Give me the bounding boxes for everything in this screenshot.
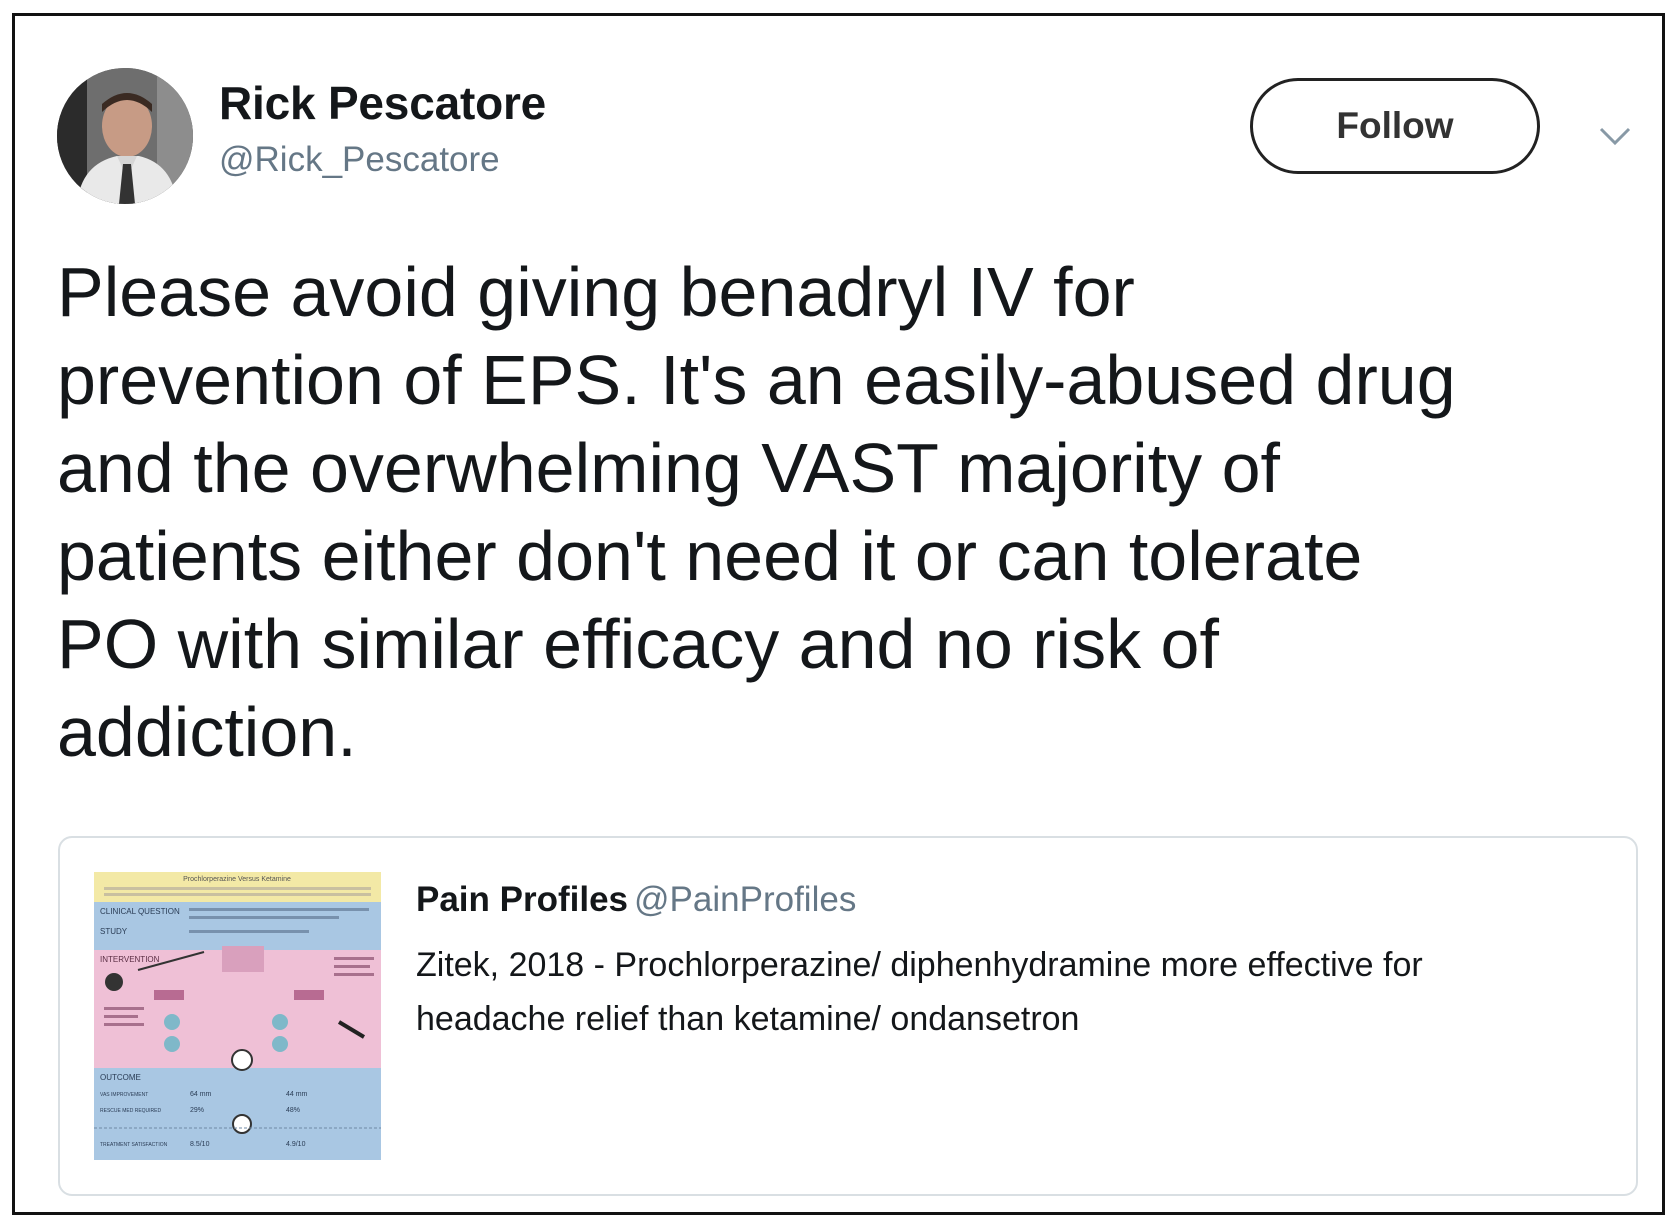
outcome-value: 48%	[286, 1107, 300, 1114]
section-label: OUTCOME	[100, 1073, 141, 1082]
quoted-tweet-text: Zitek, 2018 - Prochlorperazine/ diphenhy…	[416, 938, 1616, 1046]
tweet-embed: Rick Pescatore @Rick_Pescatore Follow Pl…	[12, 13, 1665, 1215]
outcome-value: 4.9/10	[286, 1141, 306, 1148]
avatar[interactable]	[57, 68, 193, 204]
outcome-row: VAS IMPROVEMENT	[100, 1092, 148, 1098]
author-handle[interactable]: @Rick_Pescatore	[219, 140, 500, 180]
tweet-line: and the overwhelming VAST majority of	[57, 429, 1280, 507]
quoted-author-name[interactable]: Pain Profiles	[416, 880, 628, 919]
thumbnail-title: Prochlorperazine Versus Ketamine	[183, 876, 291, 883]
quoted-tweet-header: Pain Profiles @PainProfiles	[416, 880, 856, 920]
chevron-down-icon[interactable]	[1593, 114, 1637, 158]
tweet-line: PO with similar efficacy and no risk of	[57, 605, 1219, 683]
outcome-value: 64 mm	[190, 1091, 212, 1098]
outcome-value: 8.5/10	[190, 1141, 210, 1148]
tweet-line: addiction.	[57, 693, 357, 771]
quoted-text-line: Zitek, 2018 - Prochlorperazine/ diphenhy…	[416, 946, 1423, 984]
outcome-row: RESCUE MED REQUIRED	[100, 1108, 162, 1114]
section-label: INTERVENTION	[100, 955, 160, 964]
tweet-line: patients either don't need it or can tol…	[57, 517, 1363, 595]
author-name[interactable]: Rick Pescatore	[219, 76, 546, 130]
tweet-text: Please avoid giving benadryl IV for prev…	[57, 248, 1657, 776]
section-label: STUDY	[100, 927, 128, 936]
outcome-row: TREATMENT SATISFACTION	[100, 1142, 168, 1148]
section-label: CLINICAL QUESTION	[100, 907, 180, 916]
quoted-tweet-thumbnail[interactable]: Prochlorperazine Versus Ketamine CLINICA…	[94, 872, 381, 1160]
tweet-line: Please avoid giving benadryl IV for	[57, 253, 1135, 331]
quoted-text-line: headache relief than ketamine/ ondansetr…	[416, 1000, 1080, 1038]
outcome-value: 44 mm	[286, 1091, 308, 1098]
quoted-tweet-card[interactable]: Prochlorperazine Versus Ketamine CLINICA…	[58, 836, 1638, 1196]
quoted-author-handle[interactable]: @PainProfiles	[634, 880, 856, 919]
tweet-line: prevention of EPS. It's an easily-abused…	[57, 341, 1456, 419]
profile-photo-icon	[57, 68, 193, 204]
follow-button[interactable]: Follow	[1250, 78, 1540, 174]
outcome-value: 29%	[190, 1107, 204, 1114]
